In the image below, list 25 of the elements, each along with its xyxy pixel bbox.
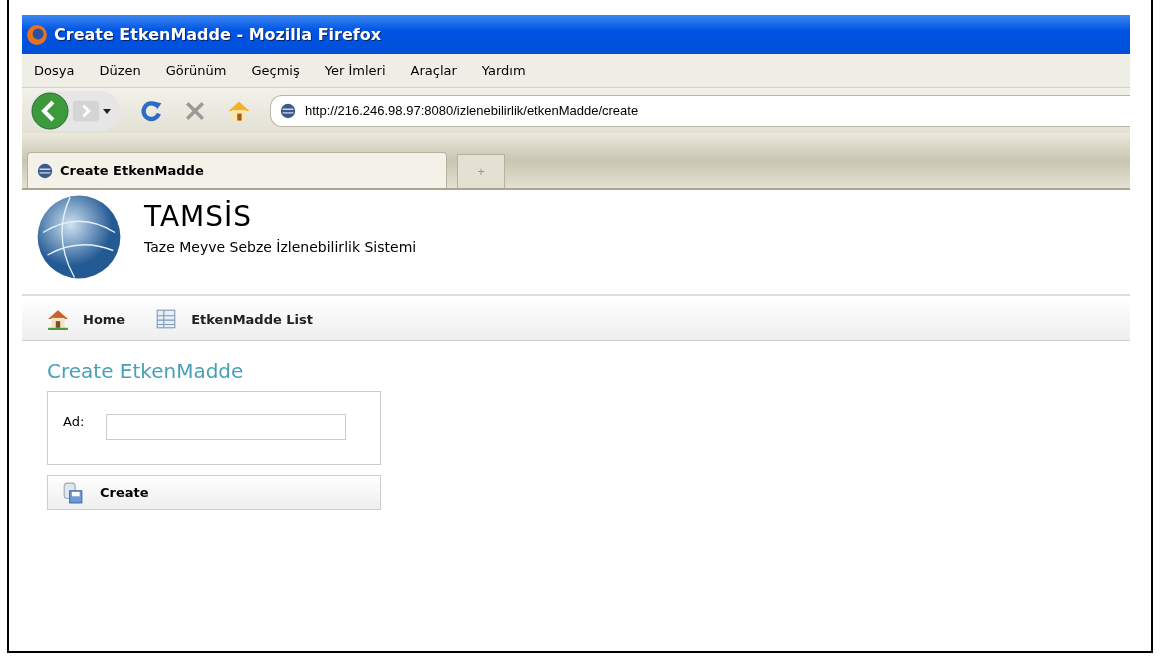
site-globe-icon [279, 101, 297, 120]
menu-item[interactable]: Yardım [481, 63, 526, 78]
address-bar[interactable]: http://216.246.98.97:8080/izlenebilirlik/etkenMadde/create [270, 94, 1130, 127]
browser-tab[interactable]: Create EtkenMadde [27, 152, 447, 188]
site-globe-icon [36, 161, 54, 180]
menu-item[interactable]: Düzen [99, 63, 141, 78]
window-title: Create EtkenMadde - Mozilla Firefox [54, 25, 382, 44]
menu-item[interactable]: Dosya [34, 63, 75, 78]
table-icon [155, 308, 178, 330]
field-label: Ad: [63, 414, 85, 429]
save-icon [62, 481, 84, 504]
nav-link[interactable]: Home [47, 308, 126, 330]
menu-item[interactable]: Araçlar [410, 63, 457, 78]
page-title: Create EtkenMadde [47, 359, 245, 383]
back-button-icon[interactable] [30, 90, 70, 131]
input-field[interactable] [106, 414, 347, 440]
menu-item[interactable]: Geçmiş [251, 63, 300, 78]
menu-item[interactable]: Yer İmleri [324, 63, 386, 78]
browser-logo-icon [26, 23, 48, 46]
create-button[interactable]: Create [47, 475, 381, 510]
site-subtitle: Taze Meyve Sebze İzlenebilirlik Sistemi [144, 239, 417, 255]
nav-link[interactable]: EtkenMadde List [155, 308, 313, 330]
site-title: TAMSİS [144, 200, 254, 233]
menu-item[interactable]: Görünüm [165, 63, 227, 78]
home-icon [47, 308, 69, 330]
